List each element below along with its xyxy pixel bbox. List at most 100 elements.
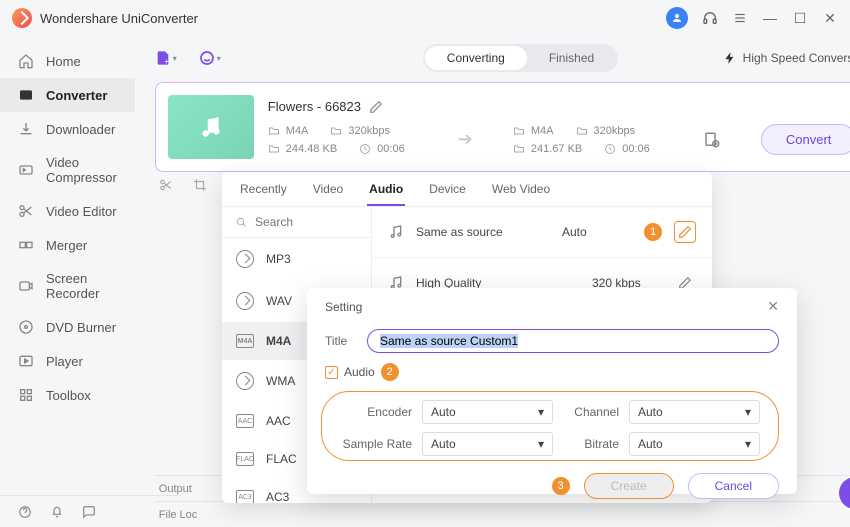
preset-edit-button[interactable] [674,221,696,243]
sidebar-item-merger[interactable]: Merger [0,228,135,262]
dd-tab-recently[interactable]: Recently [238,182,289,206]
scissors-icon [18,203,34,219]
tab-converting[interactable]: Converting [425,46,527,70]
format-search[interactable] [222,207,371,238]
sidebar-item-recorder[interactable]: Screen Recorder [0,262,135,310]
chevron-down-icon: ▾ [745,437,751,451]
disc-icon [18,319,34,335]
audio-checkbox[interactable]: ✓ [325,366,338,379]
mp3-icon [236,250,254,268]
aac-icon: AAC [236,414,254,428]
ac3-icon: AC3 [236,490,254,503]
bell-icon[interactable] [50,505,64,519]
app-logo [12,8,32,28]
toolbar: +▾ ▾ Converting Finished High Speed Conv… [155,44,850,72]
maximize-button[interactable]: ☐ [792,10,808,26]
settings-gear-icon[interactable] [703,131,721,149]
folder-icon [513,143,525,155]
footer [0,495,177,527]
close-icon[interactable]: ✕ [767,298,779,315]
sidebar-item-label: Video Compressor [46,155,117,185]
app-title: Wondershare UniConverter [40,11,666,26]
wav-icon [236,292,254,310]
step-badge-1: 1 [644,223,662,241]
converter-icon [18,87,34,103]
svg-text:+: + [164,57,169,66]
edit-icon[interactable] [369,100,383,114]
dd-tab-audio[interactable]: Audio [367,182,405,206]
user-avatar-icon[interactable] [666,7,688,29]
audio-label: Audio [344,365,375,379]
sidebar-item-label: Toolbox [46,388,91,403]
sidebar-item-label: Player [46,354,83,369]
m4a-icon: M4A [236,334,254,348]
bolt-icon [723,51,737,65]
sidebar-item-label: Home [46,54,81,69]
dd-tab-web[interactable]: Web Video [490,182,552,206]
preset-same-as-source[interactable]: Same as source Auto 1 [372,207,712,258]
arrow-right-icon: ➔ [458,129,473,150]
encoder-select[interactable]: Auto▾ [422,400,553,424]
cut-icon[interactable] [159,178,173,192]
folder-icon [268,143,280,155]
channel-label: Channel [563,405,619,419]
title-input[interactable]: Same as source Custom1 [367,329,779,353]
chevron-down-icon: ▾ [538,437,544,451]
dd-tab-video[interactable]: Video [311,182,345,206]
help-icon[interactable] [18,505,32,519]
settings-heading: Setting [325,300,362,314]
add-url-button[interactable]: ▾ [199,47,221,69]
clock-icon [604,143,616,155]
search-input[interactable] [255,215,357,229]
sidebar-item-compressor[interactable]: Video Compressor [0,146,135,194]
sample-rate-label: Sample Rate [340,437,412,451]
audio-fields: Encoder Auto▾ Channel Auto▾ Sample Rate … [321,391,779,461]
folder-icon [576,125,588,137]
sidebar-item-editor[interactable]: Video Editor [0,194,135,228]
create-button[interactable]: Create [584,473,674,499]
sidebar-item-downloader[interactable]: Downloader [0,112,135,146]
download-icon [18,121,34,137]
encoder-label: Encoder [340,405,412,419]
chevron-down-icon: ▾ [745,405,751,419]
step-badge-2: 2 [381,363,399,381]
sidebar-item-toolbox[interactable]: Toolbox [0,378,135,412]
sidebar-item-home[interactable]: Home [0,44,135,78]
channel-select[interactable]: Auto▾ [629,400,760,424]
folder-icon [330,125,342,137]
sidebar-item-dvd[interactable]: DVD Burner [0,310,135,344]
cancel-button[interactable]: Cancel [688,473,779,499]
headset-icon[interactable] [702,10,718,26]
add-file-button[interactable]: +▾ [155,47,177,69]
titlebar: Wondershare UniConverter — ☐ ✕ [0,0,850,36]
sidebar-item-label: Converter [46,88,107,103]
bitrate-select[interactable]: Auto▾ [629,432,760,456]
dd-tab-device[interactable]: Device [427,182,468,206]
sidebar-item-converter[interactable]: Converter [0,78,135,112]
search-icon [236,216,247,229]
minimize-button[interactable]: — [762,10,778,26]
settings-dialog: Setting ✕ Title Same as source Custom1 ✓… [307,288,797,494]
high-speed-toggle[interactable]: High Speed Conversion [723,51,850,65]
format-mp3[interactable]: MP3 [222,238,371,280]
file-card: Flowers - 66823 M4A 320kbps 244.48 KB 00… [155,82,850,172]
crop-icon[interactable] [193,178,207,192]
close-button[interactable]: ✕ [822,10,838,26]
convert-button[interactable]: Convert [761,124,850,155]
note-icon [388,224,404,240]
file-loc-row: File Loc [155,501,850,527]
merge-icon [18,237,34,253]
sidebar-item-label: Video Editor [46,204,117,219]
sample-rate-select[interactable]: Auto▾ [422,432,553,456]
step-badge-3: 3 [552,477,570,495]
folder-icon [268,125,280,137]
tab-finished[interactable]: Finished [527,46,616,70]
feedback-icon[interactable] [82,505,96,519]
grid-icon [18,387,34,403]
file-title: Flowers - 66823 [268,99,361,114]
compress-icon [18,162,34,178]
sidebar-item-player[interactable]: Player [0,344,135,378]
clock-icon [359,143,371,155]
menu-icon[interactable] [732,10,748,26]
flac-icon: FLAC [236,452,254,466]
